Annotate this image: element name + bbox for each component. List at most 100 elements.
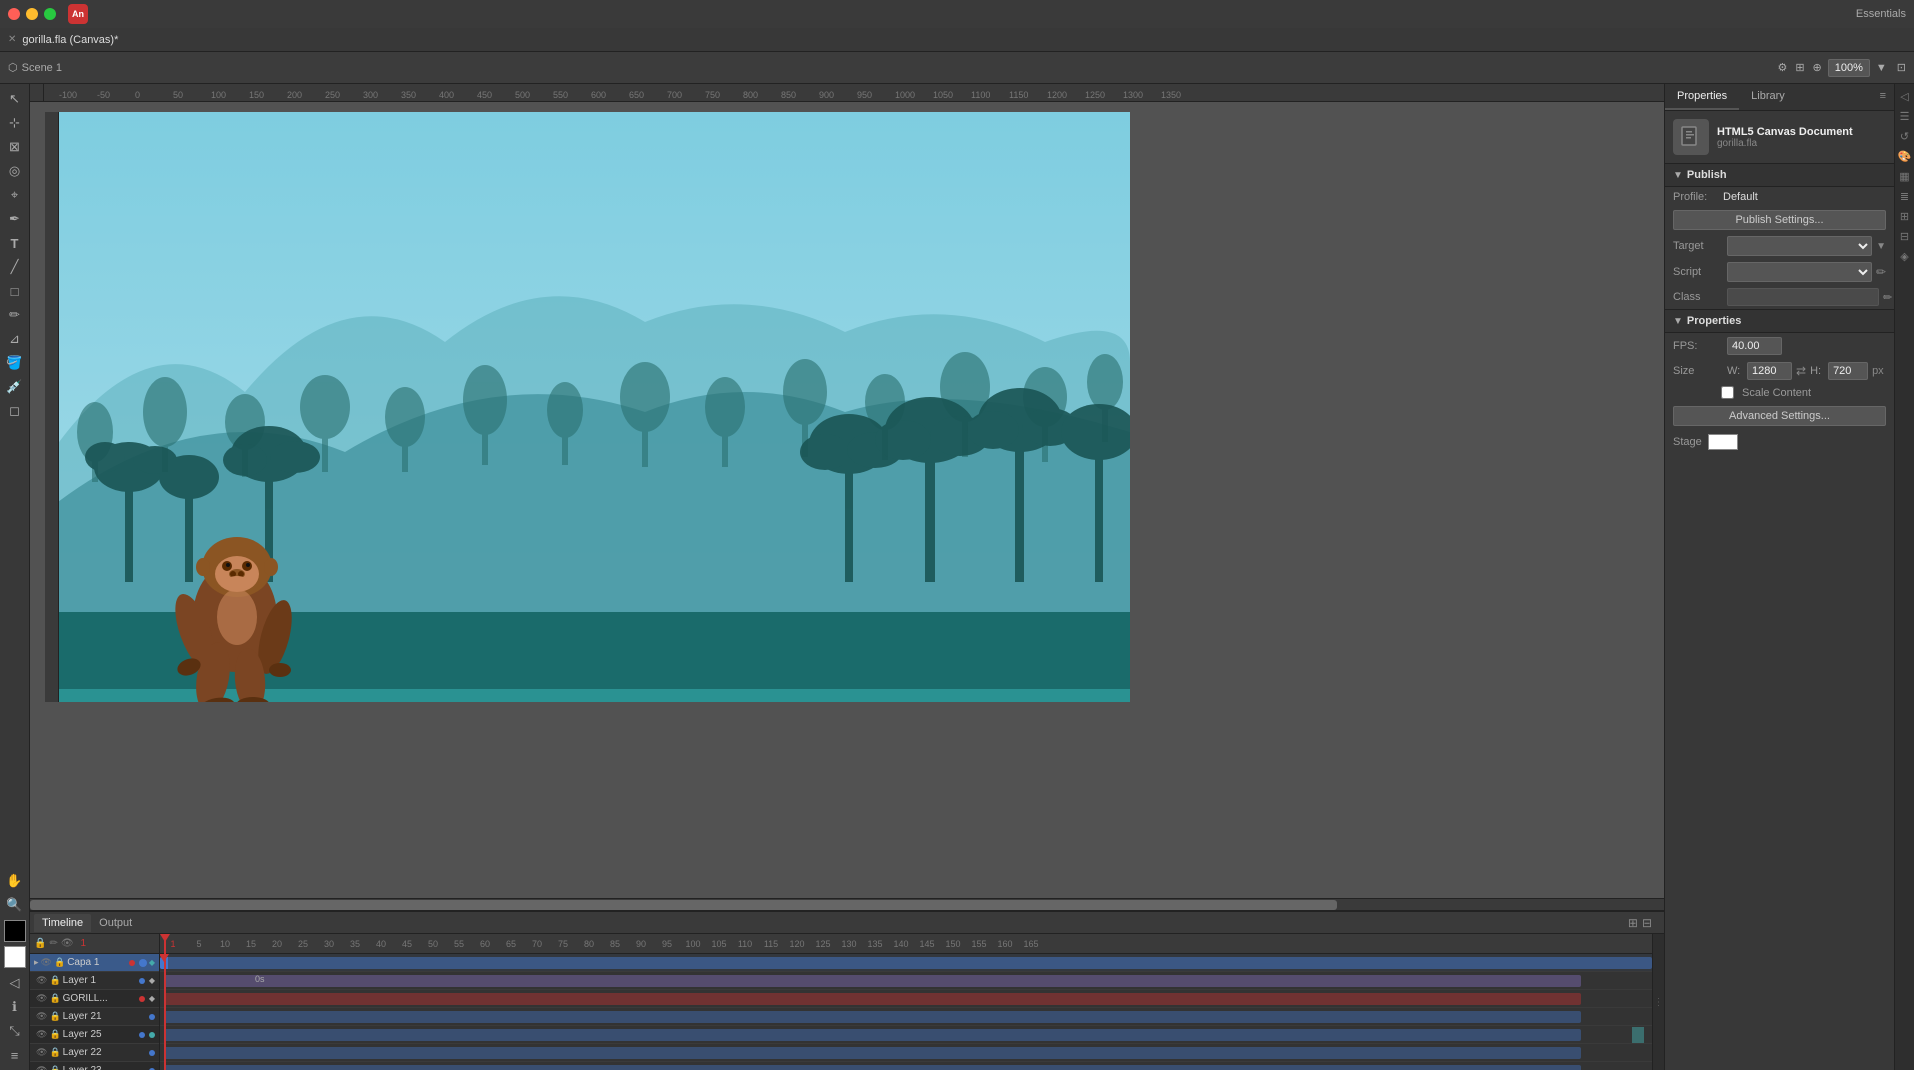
tab-timeline[interactable]: Timeline [34, 914, 91, 932]
transform-right-icon[interactable]: ⊞ [1897, 208, 1913, 224]
properties-section-header[interactable]: ▼ Properties [1665, 309, 1894, 333]
h-scrollbar-thumb[interactable] [30, 900, 1337, 910]
3d-tool[interactable]: ◎ [4, 160, 26, 182]
magnet-icon[interactable]: ⊕ [1813, 61, 1822, 74]
text-tool[interactable]: T [4, 232, 26, 254]
layer-row[interactable]: 👁 🔒 Layer 25 [30, 1026, 159, 1044]
layer-row[interactable]: ▸ 👁 🔒 Capa 1 ◆ [30, 954, 159, 972]
layer-row[interactable]: 👁 🔒 Layer 1 ◆ [30, 972, 159, 990]
script-select[interactable] [1727, 262, 1872, 282]
color-palette-icon[interactable]: 🎨 [1897, 148, 1913, 164]
h-scrollbar[interactable] [30, 898, 1664, 910]
settings-icon[interactable]: ⚙ [1777, 61, 1787, 74]
zoom-dropdown-icon[interactable]: ▼ [1876, 62, 1887, 74]
align-right-icon[interactable]: ≣ [1897, 188, 1913, 204]
select-tool[interactable]: ↖ [4, 88, 26, 110]
maximize-button[interactable] [44, 8, 56, 20]
layer-visibility-icon[interactable]: 👁 [36, 993, 47, 1004]
swatches-icon[interactable]: ▦ [1897, 168, 1913, 184]
tab-properties[interactable]: Properties [1665, 84, 1739, 110]
frames-content[interactable]: 0s [160, 954, 1652, 1070]
layer-lock-icon[interactable]: 🔒 [54, 957, 65, 968]
properties-icon[interactable]: ☰ [1897, 108, 1913, 124]
frame-row-layer21[interactable] [160, 1008, 1652, 1026]
eyedropper-tool[interactable]: 💉 [4, 376, 26, 398]
layer-visibility-icon[interactable]: 👁 [36, 975, 47, 986]
frame-row-layer22[interactable] [160, 1044, 1652, 1062]
panel-collapse-btn[interactable]: ≡ [1872, 84, 1894, 110]
grid-icon[interactable]: ⊞ [1795, 61, 1804, 74]
eraser-tool[interactable]: ◻ [4, 400, 26, 422]
publish-settings-button[interactable]: Publish Settings... [1673, 210, 1886, 230]
eye-icon[interactable]: 👁 [61, 938, 74, 949]
close-tab-icon[interactable]: ✕ [8, 34, 16, 45]
hand-tool[interactable]: ✋ [4, 870, 26, 892]
layer-lock-icon[interactable]: 🔒 [49, 975, 60, 986]
subselect-tool[interactable]: ⊹ [4, 112, 26, 134]
pen-tool[interactable]: ✒ [4, 208, 26, 230]
timeline-frames[interactable]: 1 5 10 15 20 25 30 35 40 45 50 55 60 65 [160, 934, 1652, 1070]
stage-canvas[interactable] [45, 112, 1130, 702]
frame-row-gorill[interactable] [160, 990, 1652, 1008]
script-pencil-icon[interactable]: ✏ [1876, 265, 1886, 279]
advanced-settings-button[interactable]: Advanced Settings... [1673, 406, 1886, 426]
rectangle-tool[interactable]: □ [4, 280, 26, 302]
publish-section-header[interactable]: ▼ Publish [1665, 163, 1894, 187]
components-icon[interactable]: ⊟ [1897, 228, 1913, 244]
info-icon[interactable]: ℹ [4, 996, 26, 1018]
zoom-input[interactable]: 100% [1828, 59, 1870, 77]
width-input[interactable] [1747, 362, 1792, 380]
toolbar-icon-group[interactable]: ⚙ ⊞ ⊕ [1777, 61, 1821, 74]
timeline-resize-handle[interactable]: ⋮ [1652, 934, 1664, 1070]
class-input[interactable] [1727, 288, 1879, 306]
target-select[interactable] [1727, 236, 1872, 256]
layer-lock-icon[interactable]: 🔒 [49, 1029, 60, 1040]
collapse-right-icon[interactable]: ◁ [1897, 88, 1913, 104]
minimize-button[interactable] [26, 8, 38, 20]
align-icon[interactable]: ≡ [4, 1044, 26, 1066]
pencil-icon[interactable]: ✏ [49, 938, 57, 949]
layer-row[interactable]: 👁 🔒 Layer 23 [30, 1062, 159, 1070]
free-transform-tool[interactable]: ⊠ [4, 136, 26, 158]
playhead[interactable] [164, 954, 165, 1070]
timeline-collapse-icon[interactable]: ⊞ [1628, 916, 1638, 930]
layer-row[interactable]: 👁 🔒 GORILL... ◆ [30, 990, 159, 1008]
stroke-color[interactable] [4, 920, 26, 942]
scale-content-checkbox[interactable] [1721, 386, 1734, 399]
layer-visibility-icon[interactable]: 👁 [36, 1065, 47, 1070]
transform-icon[interactable]: ⤡ [4, 1020, 26, 1042]
scene-selector[interactable]: ⬡ Scene 1 [8, 61, 62, 74]
paint-bucket-tool[interactable]: 🪣 [4, 352, 26, 374]
frame-row-layer1[interactable]: 0s [160, 972, 1652, 990]
layer-visibility-icon[interactable]: 👁 [36, 1047, 47, 1058]
lasso-tool[interactable]: ⌖ [4, 184, 26, 206]
tab-output[interactable]: Output [91, 914, 140, 932]
panel-collapse-icon[interactable]: ◁ [4, 972, 26, 994]
canvas-scroll-area[interactable] [30, 102, 1664, 898]
lock-all-icon[interactable]: 🔒 [34, 938, 46, 949]
height-input[interactable] [1828, 362, 1868, 380]
history-icon[interactable]: ↺ [1897, 128, 1913, 144]
layer-lock-icon[interactable]: 🔒 [49, 993, 60, 1004]
zoom-tool[interactable]: 🔍 [4, 894, 26, 916]
line-tool[interactable]: ╱ [4, 256, 26, 278]
timeline-expand-icon[interactable]: ⊟ [1642, 916, 1652, 930]
layer-lock-icon[interactable]: 🔒 [49, 1065, 60, 1070]
tab-library[interactable]: Library [1739, 84, 1797, 110]
frame-row-capa1[interactable] [160, 954, 1652, 972]
tab-label[interactable]: gorilla.fla (Canvas)* [22, 34, 118, 46]
brush-tool[interactable]: ⊿ [4, 328, 26, 350]
layer-lock-icon[interactable]: 🔒 [49, 1047, 60, 1058]
layer-visibility-icon[interactable]: 👁 [41, 957, 52, 968]
stage-color-swatch[interactable] [1708, 434, 1738, 450]
canvas-area[interactable] [30, 102, 1664, 910]
fps-input[interactable] [1727, 337, 1782, 355]
layer-visibility-icon[interactable]: 👁 [36, 1029, 47, 1040]
layer-visibility-icon[interactable]: 👁 [36, 1011, 47, 1022]
close-button[interactable] [8, 8, 20, 20]
layer-lock-icon[interactable]: 🔒 [49, 1011, 60, 1022]
layer-row[interactable]: 👁 🔒 Layer 22 [30, 1044, 159, 1062]
filters-icon[interactable]: ◈ [1897, 248, 1913, 264]
frame-row-layer23[interactable] [160, 1062, 1652, 1070]
fill-color[interactable] [4, 946, 26, 968]
